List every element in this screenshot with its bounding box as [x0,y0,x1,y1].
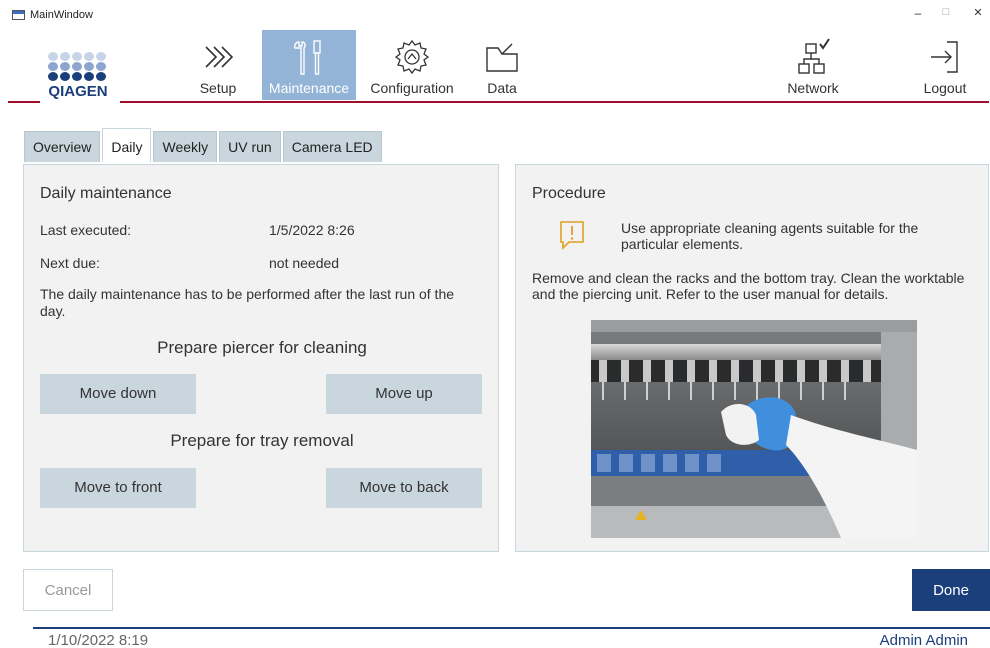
footer-datetime: 1/10/2022 8:19 [48,632,149,648]
nav-setup-label: Setup [199,80,237,96]
tab-daily[interactable]: Daily [102,128,152,162]
procedure-instructions: Remove and clean the racks and the botto… [532,270,965,302]
next-due-label: Next due: [40,255,100,271]
logo-dot [96,62,106,71]
daily-maintenance-note: The daily maintenance has to be performe… [40,286,455,319]
nav-configuration-button[interactable]: Configuration [362,30,462,100]
nav-logout-label: Logout [923,80,967,96]
window-titlebar: MainWindow – □ ✕ [0,0,990,30]
daily-maintenance-panel: Daily maintenance Last executed: 1/5/202… [23,164,499,552]
footer-divider [33,627,990,629]
folder-icon [486,43,518,72]
nav-maintenance-label: Maintenance [268,80,350,96]
move-to-back-button[interactable]: Move to back [326,468,482,508]
daily-maintenance-title: Daily maintenance [40,185,172,202]
logo-dot [72,52,82,61]
tab-uv-run[interactable]: UV run [219,131,281,162]
logo-dot [96,72,106,81]
nav-network-button[interactable]: Network [778,30,848,100]
configuration-gear-icon [394,39,430,75]
nav-configuration-label: Configuration [370,80,454,96]
tab-camera-led[interactable]: Camera LED [282,131,382,162]
header-divider-left [8,101,40,103]
last-executed-value: 1/5/2022 8:26 [269,222,355,238]
procedure-warning-text: Use appropriate cleaning agents suitable… [621,220,919,252]
nav-network-label: Network [787,80,839,96]
maximize-button[interactable]: □ [934,6,958,18]
piercer-section-title: Prepare piercer for cleaning [157,338,367,357]
cleaning-photo-illustration [591,320,917,538]
tray-section-title: Prepare for tray removal [170,431,354,450]
logo-dot [96,52,106,61]
logo-dot [60,62,70,71]
footer-user: Admin Admin [879,632,968,648]
tab-weekly[interactable]: Weekly [153,131,218,162]
nav-logout-button[interactable]: Logout [912,30,978,100]
network-connected-icon [798,38,830,74]
app-window-icon [12,10,25,20]
procedure-panel: Procedure Use appropriate cleaning agent… [515,164,989,552]
next-due-value: not needed [269,255,340,271]
warning-speech-icon [560,221,584,250]
window-title: MainWindow [30,9,93,21]
logout-arrow-icon [931,41,958,73]
logo-dot [48,52,58,61]
cleaning-photo [591,320,917,538]
logo-dot [84,72,94,81]
logo-dot [48,62,58,71]
procedure-title: Procedure [532,185,606,202]
nav-maintenance-button[interactable]: Maintenance [262,30,356,100]
last-executed-label: Last executed: [40,222,132,238]
move-to-front-button[interactable]: Move to front [40,468,196,508]
logo-dot [72,62,82,71]
logo-dot [48,72,58,81]
nav-data-button[interactable]: Data [474,30,530,100]
logo-wordmark: QIAGEN [48,83,108,100]
tab-overview[interactable]: Overview [24,131,101,162]
close-button[interactable]: ✕ [966,6,990,19]
header-divider-right [120,101,989,103]
move-down-button[interactable]: Move down [40,374,196,414]
qiagen-logo: QIAGEN [46,52,116,108]
logo-dot [84,62,94,71]
done-button[interactable]: Done [912,569,990,611]
maintenance-tabs: Overview Daily Weekly UV run Camera LED [24,128,384,162]
double-chevron-right-icon [205,46,234,68]
logo-dot [84,52,94,61]
logo-dot [60,52,70,61]
minimize-button[interactable]: – [906,6,930,20]
nav-setup-button[interactable]: Setup [188,30,248,100]
logo-dot [60,72,70,81]
nav-data-label: Data [487,80,517,96]
move-up-button[interactable]: Move up [326,374,482,414]
wrench-screwdriver-icon [294,40,321,75]
logo-dot [72,72,82,81]
cancel-button[interactable]: Cancel [23,569,113,611]
